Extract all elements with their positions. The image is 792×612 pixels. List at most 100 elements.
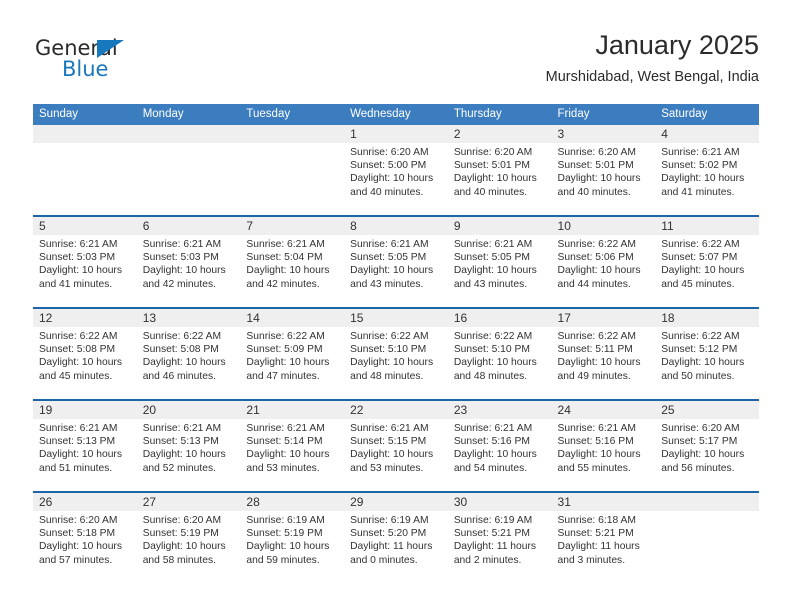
day-detail-line: Sunrise: 6:21 AM [142,239,222,250]
title-block: January 2025 Murshidabad, West Bengal, I… [546,28,759,88]
day-detail-line: Daylight: 10 hours [453,265,537,277]
day-details: Sunrise: 6:19 AM Sunset: 5:21 PM Daylight:… [448,511,552,567]
day-detail-line: Sunrise: 6:21 AM [142,423,222,434]
day-number-band: 25 [655,401,759,419]
day-cell-16[interactable]: 16 Sunrise: 6:22 AM Sunset: 5:10 PM Dayligh… [447,309,552,399]
day-cell-2[interactable]: 2 Sunrise: 6:20 AM Sunset: 5:01 PM Daylight… [447,125,552,215]
day-detail-line: Daylight: 10 hours [142,357,226,369]
day-cell-11[interactable]: 11 Sunrise: 6:22 AM Sunset: 5:07 PM Dayligh… [655,217,759,307]
day-number-band: 20 [136,401,241,419]
day-cell-24[interactable]: 24 Sunrise: 6:21 AM Sunset: 5:16 PM Dayligh… [551,401,656,491]
day-number: 8 [350,219,357,233]
day-detail-line: Daylight: 10 hours [39,357,122,369]
page-title: January 2025 [595,30,759,60]
day-detail-line: Daylight: 10 hours [39,541,122,553]
day-detail-line: Sunset: 5:10 PM [350,344,427,356]
day-cell-25[interactable]: 25 Sunrise: 6:20 AM Sunset: 5:17 PM Dayligh… [655,401,759,491]
day-cell-empty [136,125,241,215]
day-number: 19 [39,403,53,417]
calendar-week-row: 12 Sunrise: 6:22 AM Sunset: 5:08 PM Dayligh… [33,307,759,399]
day-detail-line: Sunrise: 6:21 AM [350,239,429,250]
day-cell-12[interactable]: 12 Sunrise: 6:22 AM Sunset: 5:08 PM Dayligh… [33,309,137,399]
day-cell-14[interactable]: 14 Sunrise: 6:22 AM Sunset: 5:09 PM Dayligh… [240,309,345,399]
calendar-week-row: 1 Sunrise: 6:20 AM Sunset: 5:00 PM Daylight… [33,125,759,215]
page-header: General Blue January 2025 Murshidabad, W… [33,28,759,96]
day-cell-15[interactable]: 15 Sunrise: 6:22 AM Sunset: 5:10 PM Dayligh… [344,309,448,399]
day-detail-line: Sunset: 5:21 PM [557,528,634,540]
day-cell-29[interactable]: 29 Sunrise: 6:19 AM Sunset: 5:20 PM Dayligh… [344,493,448,583]
day-number: 12 [39,311,53,325]
day-number: 29 [350,495,364,509]
day-details: Sunrise: 6:19 AM Sunset: 5:20 PM Daylight:… [344,511,448,567]
day-detail-line: and 42 minutes. [142,278,216,290]
day-cell-4[interactable]: 4 Sunrise: 6:21 AM Sunset: 5:02 PM Daylight… [655,125,759,215]
day-cell-10[interactable]: 10 Sunrise: 6:22 AM Sunset: 5:06 PM Dayligh… [551,217,656,307]
day-cell-empty [240,125,345,215]
day-cell-7[interactable]: 7 Sunrise: 6:21 AM Sunset: 5:04 PM Daylight… [240,217,345,307]
day-details: Sunrise: 6:22 AM Sunset: 5:09 PM Daylight:… [240,327,344,383]
day-number: 2 [453,127,461,141]
day-number-band: 5 [33,217,137,235]
day-detail-line: Daylight: 10 hours [661,265,745,277]
day-number: 25 [661,403,675,417]
day-cell-21[interactable]: 21 Sunrise: 6:21 AM Sunset: 5:14 PM Dayligh… [240,401,345,491]
day-detail-line: Sunrise: 6:20 AM [39,515,118,526]
day-detail-line: Sunset: 5:10 PM [453,344,530,356]
day-detail-line: Sunset: 5:18 PM [39,528,116,540]
day-detail-line: Daylight: 10 hours [350,449,434,461]
day-detail-line: Sunrise: 6:21 AM [453,239,533,250]
day-cell-22[interactable]: 22 Sunrise: 6:21 AM Sunset: 5:15 PM Dayligh… [344,401,448,491]
day-detail-line: Daylight: 10 hours [557,357,641,369]
day-detail-line: Daylight: 10 hours [39,265,122,277]
day-detail-line: Sunrise: 6:22 AM [453,331,533,342]
day-cell-28[interactable]: 28 Sunrise: 6:19 AM Sunset: 5:19 PM Dayligh… [240,493,345,583]
day-number-band [136,125,241,143]
day-cell-17[interactable]: 17 Sunrise: 6:22 AM Sunset: 5:11 PM Dayligh… [551,309,656,399]
day-detail-line: Sunset: 5:15 PM [350,436,427,448]
day-detail-line: Sunset: 5:11 PM [557,344,633,356]
day-detail-line: and 0 minutes. [350,554,418,566]
day-detail-line: Sunset: 5:14 PM [246,436,323,448]
day-cell-13[interactable]: 13 Sunrise: 6:22 AM Sunset: 5:08 PM Dayligh… [136,309,241,399]
day-cell-26[interactable]: 26 Sunrise: 6:20 AM Sunset: 5:18 PM Dayligh… [33,493,137,583]
day-detail-line: and 43 minutes. [350,278,424,290]
day-detail-line: Daylight: 10 hours [453,173,537,185]
general-blue-logo: General Blue [33,36,173,84]
day-detail-line: Sunrise: 6:21 AM [39,239,118,250]
day-number: 13 [142,311,157,325]
day-number-band: 29 [344,493,448,511]
weekday-header-thursday: Thursday [453,108,502,120]
day-cell-31[interactable]: 31 Sunrise: 6:18 AM Sunset: 5:21 PM Dayligh… [551,493,656,583]
day-cell-9[interactable]: 9 Sunrise: 6:21 AM Sunset: 5:05 PM Daylight… [447,217,552,307]
day-detail-line: Sunrise: 6:21 AM [557,423,636,434]
day-detail-line: Daylight: 10 hours [142,265,226,277]
day-number-band: 3 [551,125,656,143]
day-details: Sunrise: 6:21 AM Sunset: 5:15 PM Daylight:… [344,419,448,475]
day-detail-line: Daylight: 10 hours [661,173,745,185]
day-cell-30[interactable]: 30 Sunrise: 6:19 AM Sunset: 5:21 PM Dayligh… [447,493,552,583]
day-details: Sunrise: 6:21 AM Sunset: 5:14 PM Daylight:… [240,419,344,475]
day-number: 4 [661,127,668,141]
day-cell-19[interactable]: 19 Sunrise: 6:21 AM Sunset: 5:13 PM Dayligh… [33,401,137,491]
day-cell-27[interactable]: 27 Sunrise: 6:20 AM Sunset: 5:19 PM Dayligh… [136,493,241,583]
day-detail-line: Daylight: 10 hours [246,449,330,461]
day-cell-6[interactable]: 6 Sunrise: 6:21 AM Sunset: 5:03 PM Daylight… [136,217,241,307]
day-cell-1[interactable]: 1 Sunrise: 6:20 AM Sunset: 5:00 PM Daylight… [344,125,448,215]
day-cell-3[interactable]: 3 Sunrise: 6:20 AM Sunset: 5:01 PM Daylight… [551,125,656,215]
day-detail-line: Daylight: 10 hours [350,265,434,277]
day-detail-line: and 53 minutes. [350,462,424,474]
day-detail-line: Sunrise: 6:22 AM [557,239,636,250]
day-detail-line: Sunset: 5:02 PM [661,160,738,172]
day-cell-20[interactable]: 20 Sunrise: 6:21 AM Sunset: 5:13 PM Dayligh… [136,401,241,491]
day-number: 22 [350,403,364,417]
day-cell-23[interactable]: 23 Sunrise: 6:21 AM Sunset: 5:16 PM Dayligh… [447,401,552,491]
calendar-page: General Blue January 2025 Murshidabad, W… [0,0,792,612]
day-details: Sunrise: 6:20 AM Sunset: 5:18 PM Daylight:… [33,511,137,567]
day-detail-line: Sunset: 5:00 PM [350,160,427,172]
day-detail-line: and 49 minutes. [557,370,631,382]
day-cell-18[interactable]: 18 Sunrise: 6:22 AM Sunset: 5:12 PM Dayligh… [655,309,759,399]
day-detail-line: Sunrise: 6:22 AM [39,331,118,342]
day-cell-5[interactable]: 5 Sunrise: 6:21 AM Sunset: 5:03 PM Daylight… [33,217,137,307]
day-number-band: 13 [136,309,241,327]
day-cell-8[interactable]: 8 Sunrise: 6:21 AM Sunset: 5:05 PM Daylight… [344,217,448,307]
